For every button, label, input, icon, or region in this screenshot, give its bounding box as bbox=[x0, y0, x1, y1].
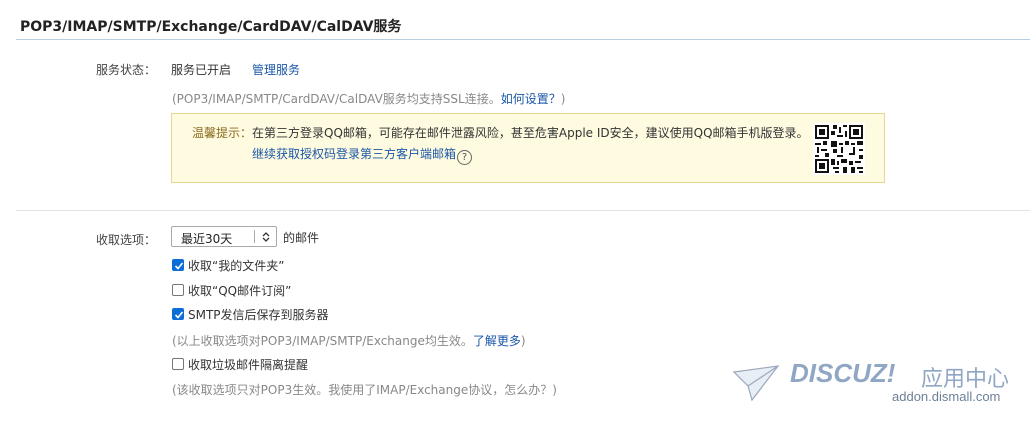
options-note-suffix: ) bbox=[520, 334, 526, 348]
service-status-label: 服务状态： bbox=[96, 63, 157, 77]
ssl-note: (POP3/IMAP/SMTP/CardDAV/CalDAV服务均支持SSL连接… bbox=[172, 90, 565, 107]
options-note: (以上收取选项对POP3/IMAP/SMTP/Exchange均生效。了解更多) bbox=[172, 332, 526, 349]
checkmark-icon bbox=[174, 311, 184, 319]
smtp-save-checkbox[interactable] bbox=[172, 308, 184, 320]
pop3-note: (该收取选项只对POP3生效。我使用了IMAP/Exchange协议，怎么办？) bbox=[172, 383, 557, 397]
warning-label: 温馨提示： bbox=[192, 126, 253, 140]
receive-options-label: 收取选项： bbox=[96, 233, 157, 247]
ssl-note-suffix: ) bbox=[560, 92, 566, 106]
qq-subscription-checkbox[interactable] bbox=[172, 284, 184, 296]
my-folders-checkbox[interactable] bbox=[172, 259, 184, 271]
smtp-save-label[interactable]: SMTP发信后保存到服务器 bbox=[188, 306, 329, 323]
range-select[interactable]: 最近30天 bbox=[171, 226, 277, 247]
title-divider bbox=[16, 39, 1030, 40]
range-select-value: 最近30天 bbox=[181, 232, 233, 246]
warning-text: 在第三方登录QQ邮箱，可能存在邮件泄露风险，甚至危害Apple ID安全，建议使… bbox=[252, 126, 809, 140]
section-title: POP3/IMAP/SMTP/Exchange/CardDAV/CalDAV服务 bbox=[20, 19, 402, 35]
watermark-domain: addon.dismall.com bbox=[892, 389, 1001, 404]
checkmark-icon bbox=[174, 262, 184, 270]
section-divider bbox=[16, 210, 1030, 211]
paper-plane-icon bbox=[732, 365, 780, 402]
spam-reminder-label[interactable]: 收取垃圾邮件隔离提醒 bbox=[188, 356, 308, 373]
ssl-note-prefix: (POP3/IMAP/SMTP/CardDAV/CalDAV服务均支持SSL连接… bbox=[172, 92, 501, 106]
discuz-watermark: DISCUZ! 应用中心 addon.dismall.com bbox=[732, 358, 1022, 418]
get-auth-code-link[interactable]: 继续获取授权码登录第三方客户端邮箱? bbox=[252, 145, 473, 165]
learn-more-link[interactable]: 了解更多 bbox=[473, 334, 521, 348]
help-icon[interactable]: ? bbox=[457, 150, 473, 165]
range-suffix: 的邮件 bbox=[283, 231, 320, 245]
qr-code-icon bbox=[813, 123, 865, 175]
watermark-brand: DISCUZ! bbox=[790, 358, 896, 388]
get-auth-code-link-text[interactable]: 继续获取授权码登录第三方客户端邮箱 bbox=[252, 147, 456, 161]
qq-subscription-label[interactable]: 收取“QQ邮件订阅” bbox=[188, 282, 291, 299]
my-folders-label[interactable]: 收取“我的文件夹” bbox=[188, 257, 284, 274]
service-status-value: 服务已开启 bbox=[171, 63, 232, 77]
options-note-prefix: (以上收取选项对POP3/IMAP/SMTP/Exchange均生效。 bbox=[172, 334, 473, 348]
warning-box: 温馨提示： 在第三方登录QQ邮箱，可能存在邮件泄露风险，甚至危害Apple ID… bbox=[171, 113, 885, 183]
spam-reminder-checkbox[interactable] bbox=[172, 358, 184, 370]
how-to-setup-link[interactable]: 如何设置？ bbox=[501, 92, 561, 106]
manage-service-link[interactable]: 管理服务 bbox=[252, 61, 300, 78]
updown-arrows-icon bbox=[262, 232, 270, 242]
select-divider bbox=[254, 230, 255, 243]
